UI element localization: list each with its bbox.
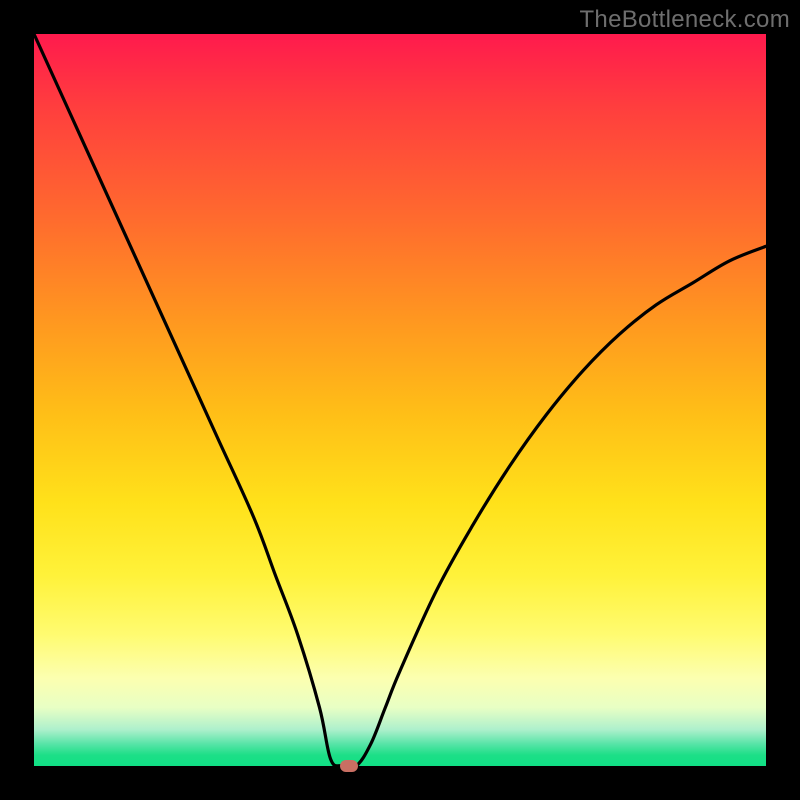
bottleneck-curve	[34, 34, 766, 766]
optimal-point-marker	[340, 760, 358, 772]
plot-area	[34, 34, 766, 766]
watermark-text: TheBottleneck.com	[579, 6, 790, 34]
chart-frame: TheBottleneck.com	[0, 0, 800, 800]
